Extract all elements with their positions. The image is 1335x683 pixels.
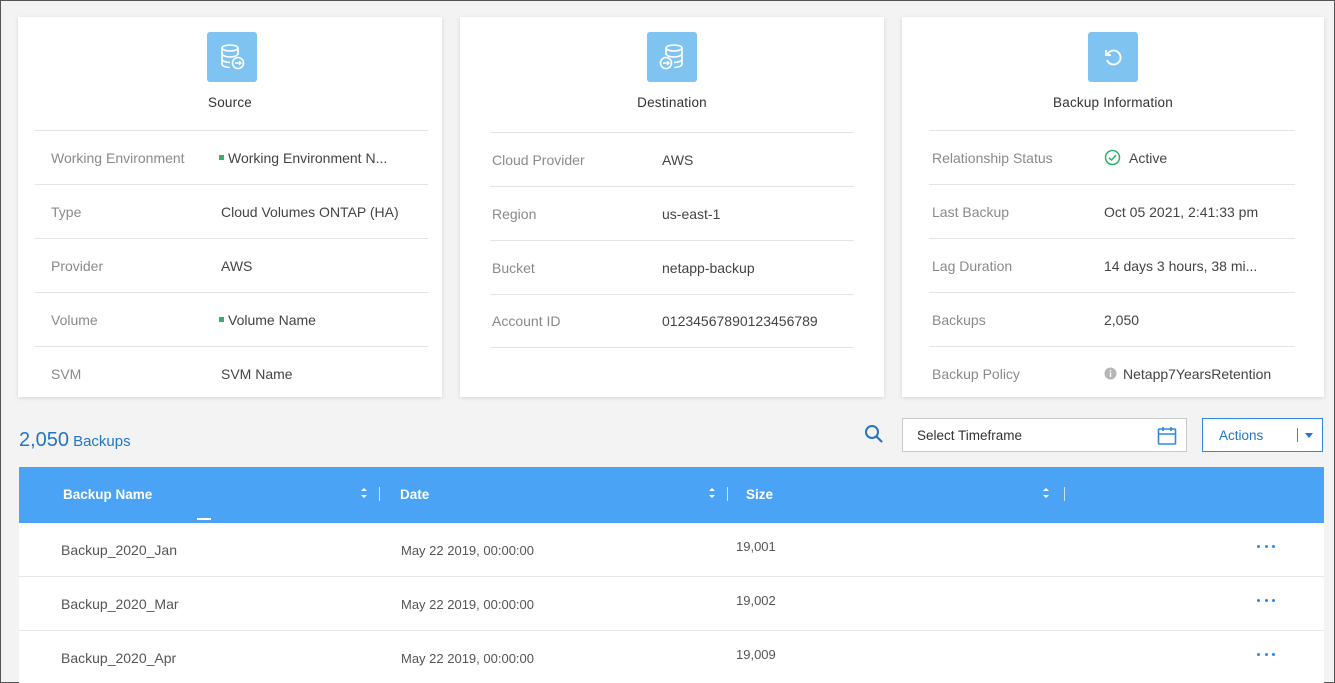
table-header: Backup Name Date Size — [19, 467, 1324, 523]
cell-backup-name: Backup_2020_Apr — [61, 650, 177, 666]
column-divider — [727, 487, 728, 501]
status-dot — [219, 317, 224, 323]
row-value: 01234567890123456789 — [662, 313, 818, 329]
table-row[interactable]: Backup_2020_Apr May 22 2019, 00:00:00 19… — [19, 631, 1324, 683]
cell-size: 19,009 — [736, 647, 776, 662]
row-value: 14 days 3 hours, 38 mi... — [1104, 257, 1258, 274]
actions-button[interactable]: Actions — [1202, 418, 1323, 452]
column-header-size[interactable]: Size — [746, 487, 773, 502]
check-circle-icon — [1104, 149, 1121, 166]
destination-card: Destination Cloud Provider AWS Region us… — [460, 17, 884, 397]
row-label: Relationship Status — [932, 149, 1053, 166]
row-value: us-east-1 — [662, 205, 721, 222]
actions-label: Actions — [1219, 427, 1264, 443]
backup-info-row-backups: Backups 2,050 — [929, 292, 1295, 346]
row-value: AWS — [662, 151, 694, 168]
row-label: Type — [51, 203, 82, 220]
cell-backup-name: Backup_2020_Mar — [61, 596, 179, 612]
source-card: Source Working Environment Working Envir… — [18, 17, 442, 397]
database-export-icon — [207, 32, 257, 82]
chevron-down-icon[interactable] — [1305, 433, 1313, 438]
source-row-volume: Volume Volume Name — [35, 292, 428, 346]
row-value: AWS — [221, 257, 253, 274]
column-divider — [1064, 487, 1065, 501]
refresh-icon — [1088, 32, 1138, 82]
backup-info-row-last-backup: Last Backup Oct 05 2021, 2:41:33 pm — [929, 184, 1295, 238]
row-label: SVM — [51, 365, 82, 382]
backups-table: Backup Name Date Size Backup_2020_Jan Ma… — [19, 467, 1324, 683]
timeframe-input[interactable]: Select Timeframe — [902, 418, 1187, 452]
database-import-icon — [647, 32, 697, 82]
row-value[interactable]: Netapp7YearsRetention — [1104, 366, 1271, 382]
summary-cards: Source Working Environment Working Envir… — [1, 1, 1335, 401]
row-label: Backups — [932, 311, 986, 328]
source-row-provider: Provider AWS — [35, 238, 428, 292]
row-label: Bucket — [492, 259, 535, 276]
row-value: netapp-backup — [662, 259, 755, 276]
cell-size: 19,001 — [736, 539, 776, 554]
source-row-svm: SVM SVM Name — [35, 346, 428, 400]
column-divider — [379, 487, 380, 501]
row-label: Volume — [51, 311, 98, 328]
more-options-icon[interactable] — [1257, 537, 1275, 555]
cell-backup-name: Backup_2020_Jan — [61, 542, 177, 558]
source-title: Source — [208, 95, 252, 110]
row-value: Oct 05 2021, 2:41:33 pm — [1104, 203, 1259, 220]
cell-date: May 22 2019, 00:00:00 — [401, 597, 534, 612]
row-label: Lag Duration — [932, 257, 1013, 274]
row-value: Active — [1104, 149, 1167, 166]
destination-row-account-id: Account ID 01234567890123456789 — [490, 294, 854, 348]
backup-info-title: Backup Information — [1053, 95, 1173, 110]
sort-icon[interactable] — [359, 486, 369, 500]
row-label: Account ID — [492, 313, 561, 329]
table-row[interactable]: Backup_2020_Mar May 22 2019, 00:00:00 19… — [19, 577, 1324, 631]
backups-count: 2,050 Backups — [19, 429, 131, 452]
row-value: SVM Name — [221, 365, 293, 382]
row-label: Cloud Provider — [492, 151, 585, 168]
actions-divider — [1297, 428, 1298, 442]
backups-count-label: Backups — [73, 433, 131, 450]
row-value[interactable]: Working Environment N... — [219, 150, 387, 166]
sort-icon[interactable] — [1041, 486, 1051, 500]
row-value[interactable]: Volume Name — [219, 312, 316, 328]
cell-date: May 22 2019, 00:00:00 — [401, 543, 534, 558]
calendar-icon[interactable] — [1156, 425, 1178, 447]
backup-info-row-lag-duration: Lag Duration 14 days 3 hours, 38 mi... — [929, 238, 1295, 292]
row-label: Provider — [51, 257, 104, 274]
backup-info-card: Backup Information Relationship Status A… — [902, 17, 1324, 397]
column-header-backup-name[interactable]: Backup Name — [63, 487, 152, 502]
destination-row-cloud-provider: Cloud Provider AWS — [490, 132, 854, 186]
column-header-date[interactable]: Date — [400, 487, 429, 502]
backup-info-row-policy: Backup Policy Netapp7YearsRetention — [929, 346, 1295, 400]
destination-row-bucket: Bucket netapp-backup — [490, 240, 854, 294]
row-value: 2,050 — [1104, 311, 1140, 328]
sort-icon[interactable] — [707, 486, 717, 500]
row-label: Working Environment — [51, 149, 185, 166]
row-label: Last Backup — [932, 203, 1010, 220]
timeframe-placeholder: Select Timeframe — [917, 427, 1023, 443]
column-resize-handle[interactable] — [197, 518, 211, 520]
destination-row-region: Region us-east-1 — [490, 186, 854, 240]
cell-date: May 22 2019, 00:00:00 — [401, 651, 534, 666]
destination-title: Destination — [637, 95, 707, 110]
row-value: Cloud Volumes ONTAP (HA) — [221, 203, 399, 220]
more-options-icon[interactable] — [1257, 645, 1275, 663]
cell-size: 19,002 — [736, 593, 776, 608]
search-icon[interactable] — [863, 423, 885, 445]
table-row[interactable]: Backup_2020_Jan May 22 2019, 00:00:00 19… — [19, 523, 1324, 577]
backup-info-row-status: Relationship Status Active — [929, 130, 1295, 184]
row-label: Backup Policy — [932, 365, 1020, 382]
status-dot — [219, 155, 224, 161]
info-icon[interactable] — [1104, 367, 1117, 380]
row-label: Region — [492, 205, 537, 222]
source-row-working-environment: Working Environment Working Environment … — [35, 130, 428, 184]
more-options-icon[interactable] — [1257, 591, 1275, 609]
backups-count-number: 2,050 — [19, 429, 70, 451]
source-row-type: Type Cloud Volumes ONTAP (HA) — [35, 184, 428, 238]
